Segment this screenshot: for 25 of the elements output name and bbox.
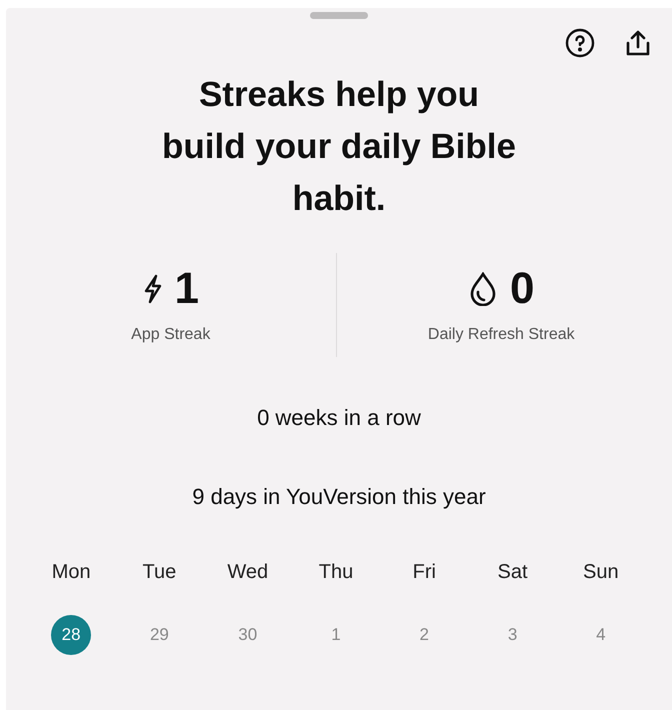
calendar-date[interactable]: 28	[51, 615, 92, 655]
help-icon[interactable]	[564, 27, 596, 59]
calendar-date[interactable]: 3	[492, 615, 533, 655]
weekday-label: Mon	[52, 560, 91, 585]
weekday-label: Tue	[142, 560, 176, 585]
calendar-date[interactable]: 4	[580, 615, 621, 655]
streak-count: 0	[510, 263, 534, 315]
drag-handle[interactable]	[310, 12, 368, 19]
calendar-date[interactable]: 1	[316, 615, 356, 655]
calendar-date[interactable]: 30	[228, 615, 268, 655]
weekday-label: Fri	[412, 560, 436, 585]
days-this-year-text: 9 days in YouVersion this year	[192, 483, 486, 511]
weekday-label: Sat	[498, 560, 528, 585]
weeks-in-row-text: 0 weeks in a row	[257, 404, 421, 432]
streaks-heading: Streaks help you build your daily Bible habit.	[161, 74, 517, 220]
water-drop-icon	[468, 272, 498, 306]
calendar-date[interactable]: 29	[139, 615, 180, 655]
streak-label: Daily Refresh Streak	[428, 325, 575, 345]
weekday-label: Wed	[227, 560, 268, 585]
calendar-date[interactable]: 2	[404, 615, 444, 655]
weekday-label: Sun	[583, 560, 619, 585]
lightning-bolt-icon	[142, 274, 162, 304]
streak-count: 1	[174, 263, 199, 315]
streak-label: App Streak	[131, 325, 210, 345]
weekday-label: Thu	[318, 560, 354, 585]
